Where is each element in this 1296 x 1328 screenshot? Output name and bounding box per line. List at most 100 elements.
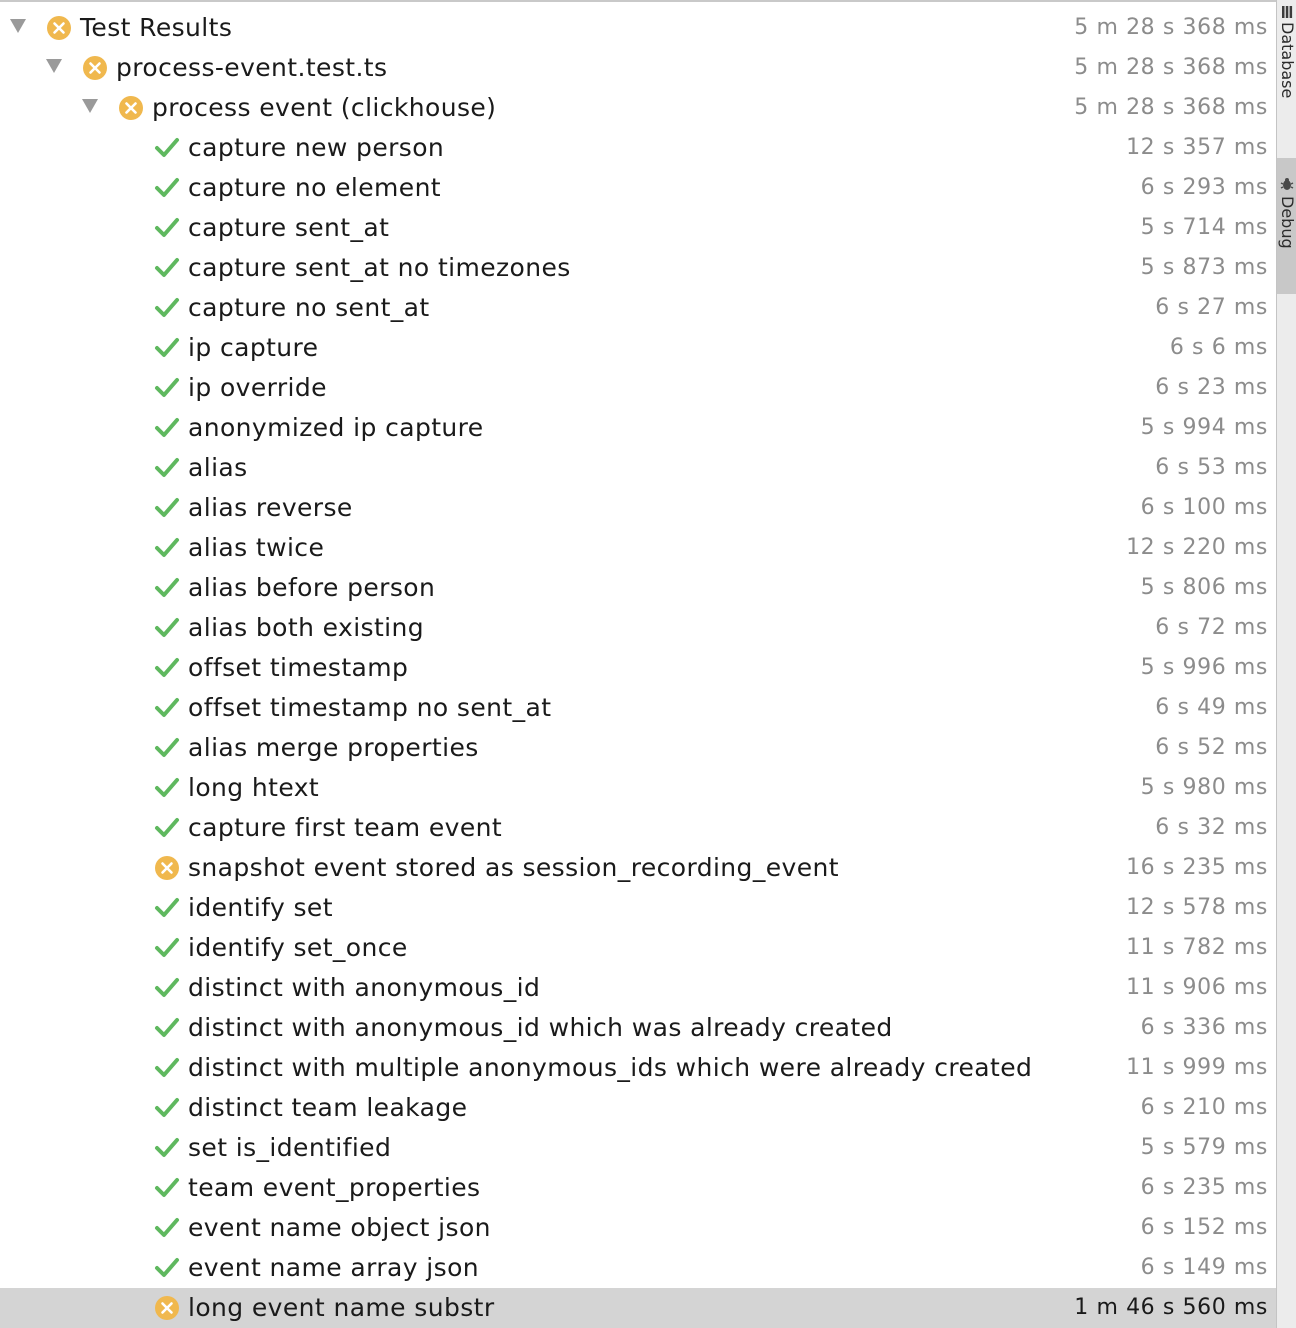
test-row[interactable]: alias twice 12 s 220 ms <box>0 528 1276 568</box>
tool-window-tab-debug[interactable]: Debug <box>1277 158 1296 294</box>
test-row[interactable]: anonymized ip capture 5 s 994 ms <box>0 408 1276 448</box>
test-passed-icon <box>154 575 180 601</box>
test-name: offset timestamp no sent_at <box>188 693 552 722</box>
test-name: team event_properties <box>188 1173 481 1202</box>
test-passed-icon <box>154 935 180 961</box>
test-name: alias twice <box>188 533 325 562</box>
test-row[interactable]: set is_identified 5 s 579 ms <box>0 1128 1276 1168</box>
test-row[interactable]: identify set 12 s 578 ms <box>0 888 1276 928</box>
test-row[interactable]: capture no element 6 s 293 ms <box>0 168 1276 208</box>
test-name: distinct with anonymous_id which was alr… <box>188 1013 893 1042</box>
test-failed-icon <box>154 855 180 881</box>
test-passed-icon <box>154 535 180 561</box>
test-row[interactable]: distinct with anonymous_id which was alr… <box>0 1008 1276 1048</box>
test-passed-icon <box>154 335 180 361</box>
test-row[interactable]: snapshot event stored as session_recordi… <box>0 848 1276 888</box>
test-passed-icon <box>154 975 180 1001</box>
database-icon <box>1280 4 1294 18</box>
test-name: distinct team leakage <box>188 1093 468 1122</box>
test-row[interactable]: alias merge properties 6 s 52 ms <box>0 728 1276 768</box>
test-duration: 6 s 23 ms <box>1155 375 1268 400</box>
test-row[interactable]: alias both existing 6 s 72 ms <box>0 608 1276 648</box>
test-name: alias before person <box>188 573 436 602</box>
test-duration: 5 s 714 ms <box>1140 215 1268 240</box>
test-duration: 6 s 336 ms <box>1140 1015 1268 1040</box>
tool-window-tab-database[interactable]: Database <box>1277 0 1296 142</box>
test-duration: 11 s 782 ms <box>1126 935 1268 960</box>
expand-arrow-icon[interactable] <box>46 59 62 73</box>
test-duration: 6 s 235 ms <box>1140 1175 1268 1200</box>
test-row[interactable]: ip capture 6 s 6 ms <box>0 328 1276 368</box>
test-results-panel: Test Results 5 m 28 s 368 ms process-event… <box>0 0 1276 1328</box>
test-duration: 6 s 293 ms <box>1140 175 1268 200</box>
test-name: capture sent_at <box>188 213 390 242</box>
test-row[interactable]: process event (clickhouse) 5 m 28 s 368 m… <box>0 88 1276 128</box>
test-duration: 11 s 999 ms <box>1126 1055 1268 1080</box>
test-name: offset timestamp <box>188 653 409 682</box>
test-row[interactable]: long htext 5 s 980 ms <box>0 768 1276 808</box>
test-name: alias merge properties <box>188 733 479 762</box>
test-name: distinct with anonymous_id <box>188 973 541 1002</box>
test-duration: 5 s 980 ms <box>1140 775 1268 800</box>
test-failed-icon <box>154 1295 180 1321</box>
test-passed-icon <box>154 815 180 841</box>
test-passed-icon <box>154 175 180 201</box>
test-name: ip capture <box>188 333 319 362</box>
test-row[interactable]: process-event.test.ts 5 m 28 s 368 ms <box>0 48 1276 88</box>
test-duration: 6 s 210 ms <box>1140 1095 1268 1120</box>
test-name: identify set <box>188 893 333 922</box>
test-row[interactable]: distinct with anonymous_id 11 s 906 ms <box>0 968 1276 1008</box>
test-name: event name object json <box>188 1213 491 1242</box>
test-row[interactable]: capture no sent_at 6 s 27 ms <box>0 288 1276 328</box>
test-duration: 6 s 27 ms <box>1155 295 1268 320</box>
test-duration: 16 s 235 ms <box>1126 855 1268 880</box>
test-name: ip override <box>188 373 327 402</box>
expand-arrow-icon[interactable] <box>10 19 26 33</box>
test-row[interactable]: offset timestamp no sent_at 6 s 49 ms <box>0 688 1276 728</box>
test-row[interactable]: Test Results 5 m 28 s 368 ms <box>0 8 1276 48</box>
test-row[interactable]: offset timestamp 5 s 996 ms <box>0 648 1276 688</box>
test-name: process-event.test.ts <box>116 53 388 82</box>
test-passed-icon <box>154 695 180 721</box>
test-passed-icon <box>154 1055 180 1081</box>
test-passed-icon <box>154 255 180 281</box>
test-row[interactable]: identify set_once 11 s 782 ms <box>0 928 1276 968</box>
tool-window-tab-label: Database <box>1278 22 1296 99</box>
test-row[interactable]: alias reverse 6 s 100 ms <box>0 488 1276 528</box>
test-duration: 6 s 149 ms <box>1140 1255 1268 1280</box>
test-passed-icon <box>154 655 180 681</box>
right-tool-window-bar: Database Debug <box>1276 0 1296 1328</box>
test-row[interactable]: long event name substr 1 m 46 s 560 ms <box>0 1288 1276 1328</box>
test-row[interactable]: distinct team leakage 6 s 210 ms <box>0 1088 1276 1128</box>
test-duration: 5 s 579 ms <box>1140 1135 1268 1160</box>
test-name: long htext <box>188 773 320 802</box>
test-row[interactable]: event name object json 6 s 152 ms <box>0 1208 1276 1248</box>
test-row[interactable]: alias 6 s 53 ms <box>0 448 1276 488</box>
test-duration: 5 m 28 s 368 ms <box>1074 15 1268 40</box>
test-passed-icon <box>154 895 180 921</box>
expand-arrow-icon[interactable] <box>82 99 98 113</box>
test-duration: 6 s 52 ms <box>1155 735 1268 760</box>
test-duration: 5 s 873 ms <box>1140 255 1268 280</box>
test-row[interactable]: capture new person 12 s 357 ms <box>0 128 1276 168</box>
test-row[interactable]: team event_properties 6 s 235 ms <box>0 1168 1276 1208</box>
test-name: alias <box>188 453 248 482</box>
test-name: anonymized ip capture <box>188 413 484 442</box>
test-passed-icon <box>154 1175 180 1201</box>
test-name: capture first team event <box>188 813 503 842</box>
test-row[interactable]: distinct with multiple anonymous_ids whi… <box>0 1048 1276 1088</box>
test-name: alias reverse <box>188 493 353 522</box>
test-duration: 6 s 6 ms <box>1169 335 1268 360</box>
test-row[interactable]: capture first team event 6 s 32 ms <box>0 808 1276 848</box>
test-row[interactable]: capture sent_at 5 s 714 ms <box>0 208 1276 248</box>
debug-icon <box>1280 176 1294 190</box>
test-duration: 5 s 806 ms <box>1140 575 1268 600</box>
test-row[interactable]: ip override 6 s 23 ms <box>0 368 1276 408</box>
test-name: capture sent_at no timezones <box>188 253 571 282</box>
test-passed-icon <box>154 495 180 521</box>
test-results-tree[interactable]: Test Results 5 m 28 s 368 ms process-event… <box>0 8 1276 1328</box>
test-row[interactable]: alias before person 5 s 806 ms <box>0 568 1276 608</box>
test-row[interactable]: event name array json 6 s 149 ms <box>0 1248 1276 1288</box>
test-passed-icon <box>154 455 180 481</box>
test-row[interactable]: capture sent_at no timezones 5 s 873 ms <box>0 248 1276 288</box>
